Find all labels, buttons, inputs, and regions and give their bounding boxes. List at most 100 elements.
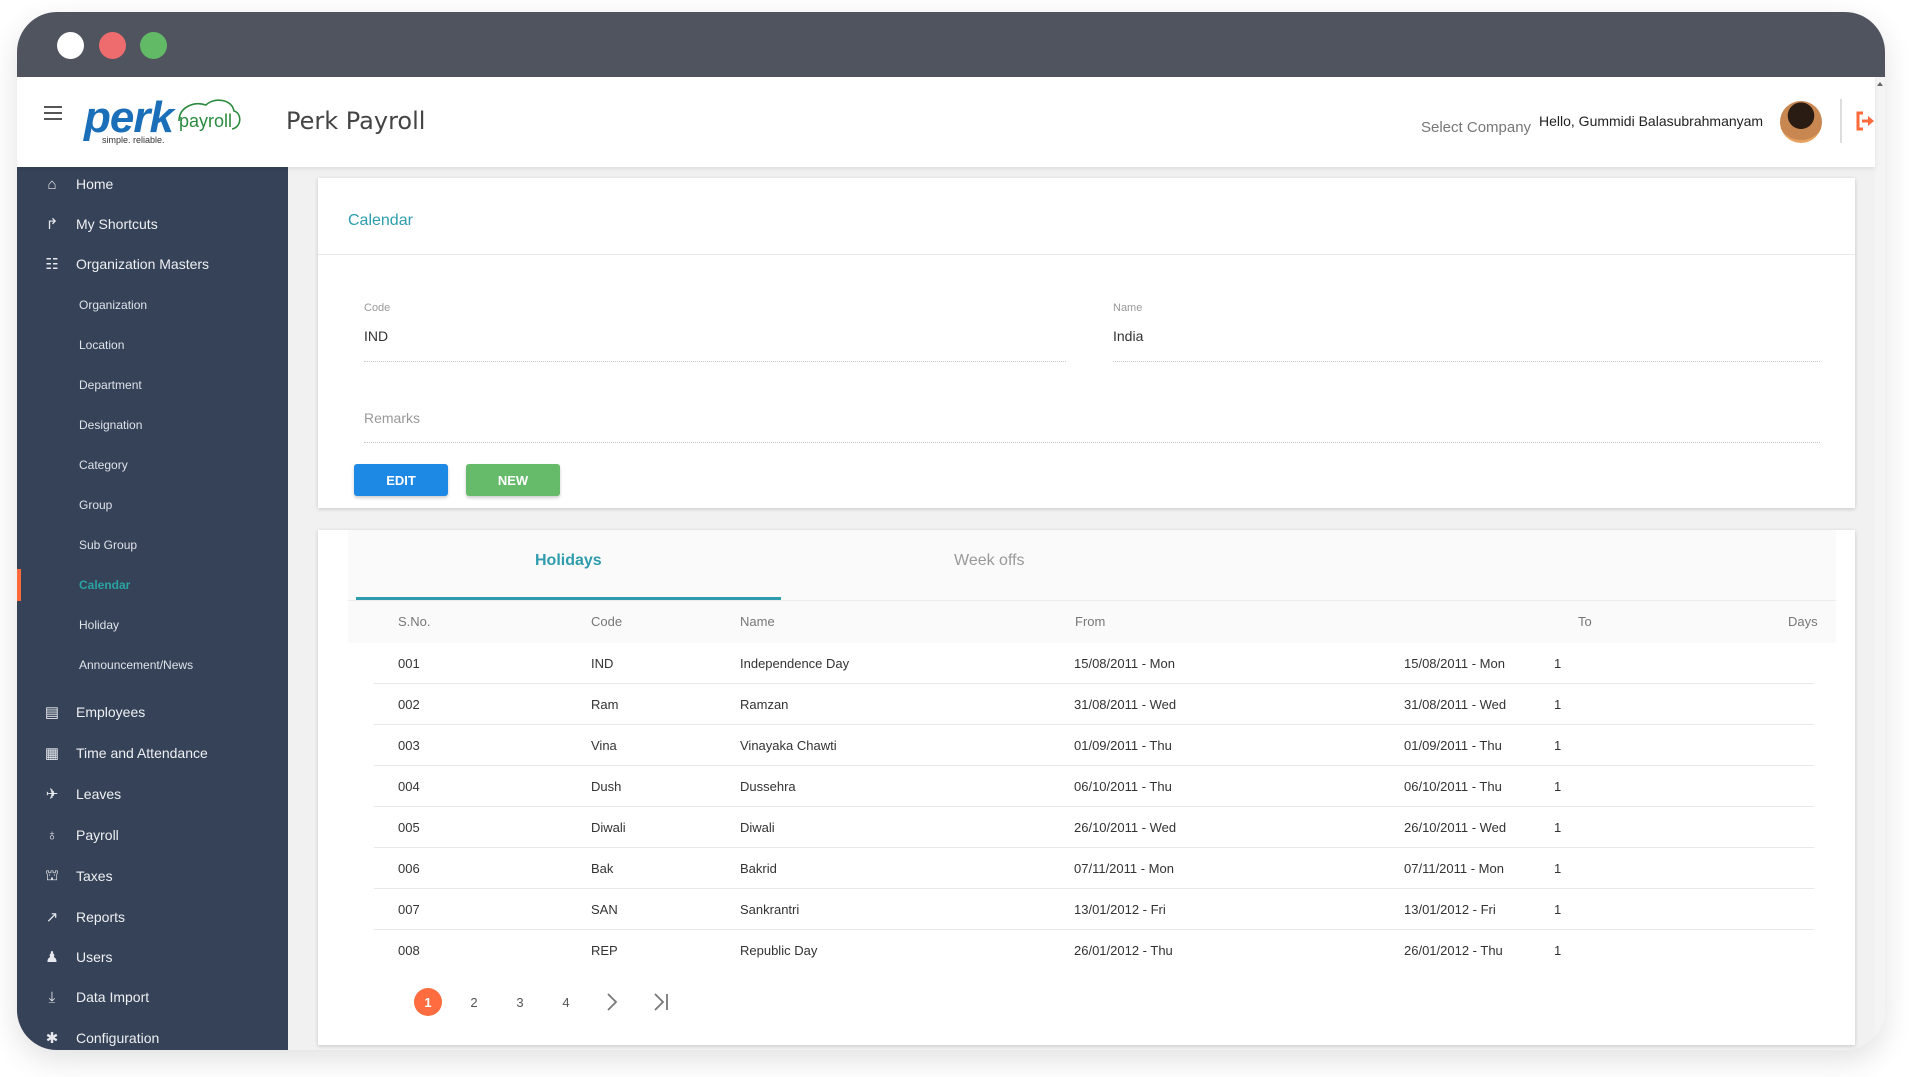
cell-code: SAN (591, 902, 618, 917)
sidebar-item-home[interactable]: ⌂ Home (17, 169, 288, 199)
table-row[interactable]: 007 SAN Sankrantri 13/01/2012 - Fri 13/01/20… (374, 889, 1814, 930)
sidebar-item-organization-masters[interactable]: ☷ Organization Masters (17, 249, 288, 279)
table-row[interactable]: 006 Bak Bakrid 07/11/2011 - Mon 07/11/2011 -… (374, 848, 1814, 889)
cell-days: 1 (1554, 820, 1562, 835)
sidebar-item-label: Employees (76, 704, 146, 720)
perk-payroll-logo: perk payroll simple. reliable. (84, 93, 259, 147)
cell-from: 07/11/2011 - Mon (1074, 861, 1174, 876)
calendar-form-card: Calendar Code IND Name India Remarks EDI… (318, 178, 1855, 508)
column-header-days[interactable]: Days (1788, 614, 1818, 629)
sidebar-item-data-import[interactable]: ⤓ Data Import (17, 982, 288, 1012)
name-label: Name (1113, 302, 1143, 314)
active-indicator (17, 569, 21, 601)
table-row[interactable]: 005 Diwali Diwali 26/10/2011 - Wed 26/10/201… (374, 807, 1814, 848)
cell-from: 26/01/2012 - Thu (1074, 943, 1173, 958)
sidebar-item-label: Home (76, 176, 114, 192)
tab-week-offs[interactable]: Week offs (954, 552, 1025, 570)
app-title: Perk Payroll (286, 107, 426, 135)
remarks-field[interactable]: Remarks (364, 410, 420, 426)
page-2-button[interactable]: 2 (460, 988, 488, 1016)
sidebar-item-sub-group[interactable]: Sub Group (17, 530, 288, 560)
gear-icon: ✱ (45, 1030, 59, 1047)
column-header-code[interactable]: Code (591, 614, 622, 629)
sidebar-item-label: Time and Attendance (76, 745, 208, 761)
window-close-button[interactable] (57, 32, 84, 59)
code-field[interactable]: IND (364, 328, 388, 344)
sidebar-item-category[interactable]: Category (17, 450, 288, 480)
cell-sno: 004 (398, 779, 420, 794)
chevron-right-icon (607, 993, 618, 1011)
sidebar-item-configuration[interactable]: ✱ Configuration (17, 1023, 288, 1050)
table-row[interactable]: 008 REP Republic Day 26/01/2012 - Thu 26/01/… (374, 930, 1814, 971)
sidebar-item-label: Taxes (76, 868, 113, 884)
id-card-icon: ▤ (44, 704, 60, 721)
user-greeting: Hello, Gummidi Balasubrahmanyam (1539, 113, 1764, 129)
cell-to: 15/08/2011 - Mon (1404, 656, 1505, 671)
sidebar-item-users[interactable]: ♟ Users (17, 942, 288, 972)
sidebar-item-reports[interactable]: ↗ Reports (17, 902, 288, 932)
page-3-button[interactable]: 3 (506, 988, 534, 1016)
sidebar-item-time-and-attendance[interactable]: ▦ Time and Attendance (17, 738, 288, 768)
cell-code: Vina (591, 738, 617, 753)
sidebar-item-holiday[interactable]: Holiday (17, 610, 288, 640)
cell-code: Dush (591, 779, 622, 794)
menu-toggle-icon[interactable] (44, 106, 62, 120)
user-avatar[interactable] (1780, 101, 1822, 143)
sidebar-item-label: Calendar (79, 578, 131, 592)
sidebar-item-label: Data Import (76, 989, 150, 1005)
page-1-button[interactable]: 1 (414, 988, 442, 1016)
line-chart-icon: ↗ (45, 909, 59, 926)
sidebar-item-employees[interactable]: ▤ Employees (17, 697, 288, 727)
table-row[interactable]: 003 Vina Vinayaka Chawti 01/09/2011 - Thu 01… (374, 725, 1814, 766)
column-header-sno[interactable]: S.No. (398, 614, 431, 629)
sidebar-item-organization[interactable]: Organization (17, 290, 288, 320)
sidebar-item-group[interactable]: Group (17, 490, 288, 520)
cell-name: Ramzan (740, 697, 789, 712)
sidebar-item-payroll[interactable]: ♁ Payroll (17, 820, 288, 850)
sidebar-item-label: Sub Group (79, 538, 138, 552)
next-page-button[interactable] (598, 988, 626, 1016)
page-scrollbar[interactable] (1875, 77, 1885, 1050)
shortcut-icon: ↱ (45, 216, 59, 233)
edit-button[interactable]: EDIT (354, 464, 448, 496)
plane-icon: ✈ (45, 786, 59, 803)
sidebar-item-my-shortcuts[interactable]: ↱ My Shortcuts (17, 209, 288, 239)
cell-from: 01/09/2011 - Thu (1074, 738, 1172, 753)
table-row[interactable]: 002 Ram Ramzan 31/08/2011 - Wed 31/08/2011 -… (374, 684, 1814, 725)
select-company-dropdown[interactable]: Select Company (1421, 119, 1531, 136)
sidebar-item-calendar[interactable]: Calendar (17, 569, 288, 601)
cell-sno: 008 (398, 943, 420, 958)
column-header-from[interactable]: From (1075, 614, 1105, 629)
sidebar-item-taxes[interactable]: ⛫ Taxes (17, 861, 288, 891)
card-title: Calendar (348, 212, 413, 229)
bank-icon: ⛫ (45, 866, 59, 884)
name-field[interactable]: India (1113, 328, 1143, 344)
sidebar-item-label: Payroll (76, 827, 119, 843)
sidebar-item-leaves[interactable]: ✈ Leaves (17, 779, 288, 809)
sidebar: ⌂ Home ↱ My Shortcuts ☷ Organization Masters O… (17, 167, 288, 1050)
divider (318, 254, 1855, 255)
column-header-to[interactable]: To (1578, 614, 1592, 629)
table-row[interactable]: 001 IND Independence Day 15/08/2011 - Mon 15… (374, 643, 1814, 684)
page-4-button[interactable]: 4 (552, 988, 580, 1016)
window-minimize-button[interactable] (99, 32, 126, 59)
cell-name: Dussehra (740, 779, 796, 794)
cell-days: 1 (1554, 697, 1562, 712)
last-page-button[interactable] (648, 988, 676, 1016)
window-maximize-button[interactable] (140, 32, 167, 59)
cell-days: 1 (1554, 943, 1562, 958)
cell-to: 31/08/2011 - Wed (1404, 697, 1507, 712)
cell-days: 1 (1554, 738, 1562, 753)
sidebar-item-label: Leaves (76, 786, 122, 802)
tab-holidays[interactable]: Holidays (535, 552, 602, 570)
new-button[interactable]: NEW (466, 464, 560, 496)
cell-from: 15/08/2011 - Mon (1074, 656, 1175, 671)
table-row[interactable]: 004 Dush Dussehra 06/10/2011 - Thu 06/10/201… (374, 766, 1814, 807)
logout-button[interactable] (1855, 111, 1877, 131)
sidebar-item-designation[interactable]: Designation (17, 410, 288, 440)
column-header-name[interactable]: Name (740, 614, 775, 629)
sidebar-item-location[interactable]: Location (17, 330, 288, 360)
sidebar-item-announcement-news[interactable]: Announcement/News (17, 650, 288, 680)
cell-code: REP (591, 943, 618, 958)
sidebar-item-department[interactable]: Department (17, 370, 288, 400)
